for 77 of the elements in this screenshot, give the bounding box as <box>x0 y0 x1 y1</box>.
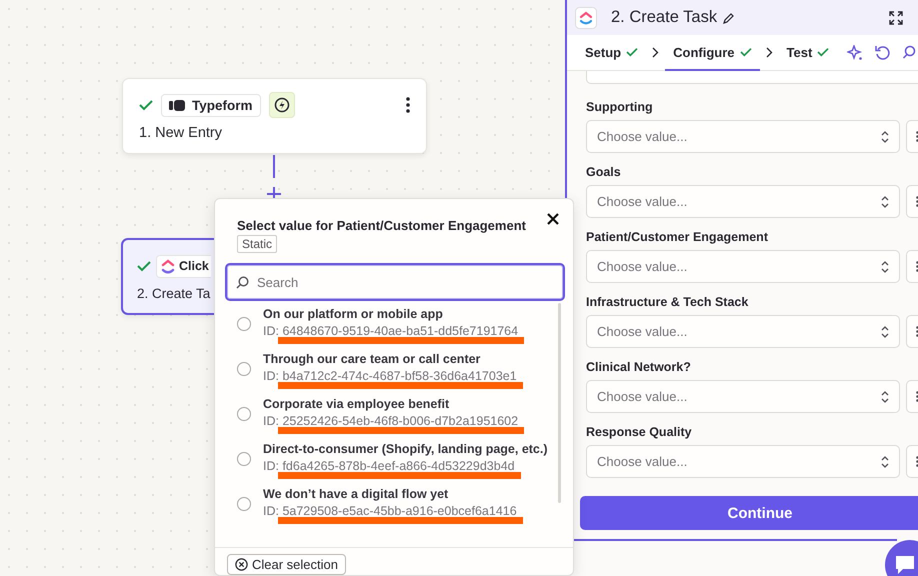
more-options-icon <box>916 391 918 402</box>
app-name: Typeform <box>192 98 253 112</box>
option-id: ID: 64848670-9519-40ae-ba51-dd5fe7191764 <box>263 324 518 338</box>
chevron-right-icon <box>766 47 773 58</box>
app-icon <box>161 258 175 274</box>
check-icon <box>137 260 151 272</box>
lightning-icon <box>274 97 290 113</box>
chat-icon <box>895 555 915 575</box>
field-label: Infrastructure & Tech Stack <box>586 295 750 309</box>
option-label[interactable]: We don’t have a digital flow yet <box>263 487 517 501</box>
field-label: Supporting <box>586 100 654 114</box>
search-field[interactable]: Search <box>225 263 565 301</box>
more-options-icon <box>916 196 918 207</box>
clear-selection-button[interactable]: Clear selection <box>227 554 346 575</box>
step-tab[interactable]: Test <box>778 35 838 71</box>
sort-arrows-icon <box>881 260 889 272</box>
option-label[interactable]: Direct-to-consumer (Shopify, landing page, etc.) <box>263 442 548 456</box>
more-options-icon <box>916 131 918 142</box>
clear-icon <box>235 558 248 571</box>
sort-arrows-icon <box>881 326 889 338</box>
sort-arrows-icon <box>881 130 889 142</box>
step-title: 2. Create Ta <box>137 286 212 301</box>
check-icon <box>626 47 638 57</box>
radio-button[interactable] <box>237 362 251 376</box>
scrollbar[interactable] <box>558 303 561 503</box>
close-icon[interactable] <box>547 213 559 225</box>
radio-button[interactable] <box>237 497 251 511</box>
app-name: Click <box>179 259 209 273</box>
step-card[interactable]: Typeform 1. New Entry <box>122 78 427 154</box>
chevron-right-icon <box>652 47 660 58</box>
panel-title: 2. Create Task <box>611 8 718 27</box>
field-label: Response Quality <box>586 425 693 439</box>
pencil-icon[interactable] <box>723 12 736 24</box>
select-field[interactable]: Choose value... <box>586 120 900 153</box>
more-options-icon <box>916 261 918 272</box>
option-label[interactable]: Corporate via employee benefit <box>263 397 518 411</box>
check-icon <box>817 47 830 57</box>
select-field[interactable]: Choose value... <box>586 250 900 283</box>
option-id: ID: b4a712c2-474c-4687-bf58-36d6a41703e1 <box>263 369 517 383</box>
field-label: Goals <box>586 165 622 179</box>
select-field[interactable]: Choose value... <box>586 315 900 348</box>
app-icon <box>169 100 185 110</box>
select-field[interactable]: Choose value... <box>586 445 900 478</box>
option-label[interactable]: On our platform or mobile app <box>263 307 518 321</box>
more-options-icon <box>916 326 918 337</box>
radio-button[interactable] <box>237 407 251 421</box>
sort-arrows-icon <box>881 390 889 402</box>
radio-button[interactable] <box>237 452 251 466</box>
field-label: Clinical Network? <box>586 360 692 374</box>
step-title: 1. New Entry <box>139 125 223 141</box>
radio-button[interactable] <box>237 317 251 331</box>
more-options-icon[interactable] <box>406 97 410 113</box>
option-id: ID: 5a729508-e5ac-45bb-a916-e0bcef6a1416 <box>263 504 517 518</box>
check-icon <box>139 99 153 111</box>
select-field[interactable]: Choose value... <box>586 380 900 413</box>
option-id: ID: 25252426-54eb-46f8-b006-d7b2a1951602 <box>263 414 518 428</box>
select-field[interactable]: Choose value... <box>586 185 900 218</box>
more-options-icon <box>916 456 918 467</box>
option-id: ID: fd6a4265-878b-4eef-a866-4d53229d3b4d <box>263 459 515 473</box>
add-step-icon[interactable] <box>267 187 281 201</box>
undo-icon[interactable] <box>875 45 890 60</box>
expand-icon[interactable] <box>889 10 903 24</box>
connector-line <box>273 155 275 178</box>
field-label: Patient/Customer Engagement <box>586 230 769 244</box>
search-icon <box>236 276 249 289</box>
continue-button[interactable]: Continue <box>580 496 918 530</box>
static-tag: Static <box>237 235 278 253</box>
check-icon <box>740 47 752 57</box>
search-icon[interactable] <box>902 45 916 60</box>
sparkle-icon[interactable] <box>847 44 864 60</box>
step-card[interactable]: Click 2. Create Ta <box>121 238 214 315</box>
step-tab[interactable]: Setup <box>577 35 646 71</box>
option-label[interactable]: Through our care team or call center <box>263 352 517 366</box>
sort-arrows-icon <box>881 196 889 208</box>
sort-arrows-icon <box>881 456 889 468</box>
app-logo-icon <box>575 6 597 28</box>
picker-title: Select value for Patient/Customer Engagement <box>237 218 527 233</box>
